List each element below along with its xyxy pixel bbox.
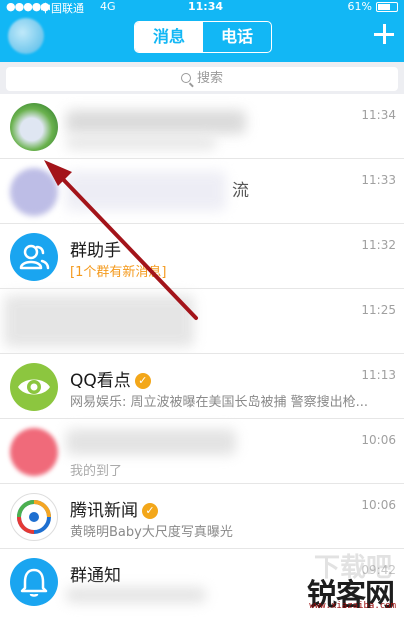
profile-avatar[interactable]	[8, 18, 44, 54]
conversation-list: 11:34 流 11:33 群助手 [1个群有新消息] 11:32 11:25	[0, 94, 404, 614]
battery-percent: 61%	[347, 0, 372, 13]
message-preview: [1个群有新消息]	[70, 265, 167, 280]
message-time: 11:33	[361, 173, 396, 187]
contact-name: 腾讯新闻 ✓	[70, 496, 158, 521]
carrier-label: 中国联通	[40, 2, 84, 15]
tencent-news-icon	[10, 493, 58, 541]
blurred-preview	[66, 136, 216, 150]
contact-name: 群通知	[70, 566, 121, 586]
network-label: 4G	[100, 0, 116, 13]
contact-name: 群助手	[70, 241, 121, 261]
qq-kandian-icon	[10, 363, 58, 411]
list-item[interactable]: QQ看点 ✓ 网易娱乐: 周立波被曝在美国长岛被捕 警察搜出枪... 11:13	[0, 354, 404, 419]
blurred-name	[66, 429, 236, 455]
contact-name: QQ看点 ✓	[70, 366, 151, 391]
blurred-name	[66, 110, 246, 134]
list-item[interactable]: 11:25	[0, 289, 404, 354]
tab-calls[interactable]: 电话	[203, 22, 271, 52]
message-preview: 网易娱乐: 周立波被曝在美国长岛被捕 警察搜出枪...	[70, 395, 369, 410]
blurred-preview	[66, 587, 206, 603]
status-right: 61%	[348, 0, 398, 13]
list-item[interactable]: 我的到了 10:06	[0, 419, 404, 484]
list-item[interactable]: 流 11:33	[0, 159, 404, 224]
message-time: 10:06	[361, 433, 396, 447]
contact-name: 流	[232, 181, 249, 201]
list-item[interactable]: 11:34	[0, 94, 404, 159]
search-placeholder: 搜索	[196, 71, 223, 86]
message-time: 11:25	[361, 303, 396, 317]
blurred-name	[66, 171, 226, 211]
bell-icon	[10, 558, 58, 606]
message-time: 11:13	[361, 368, 396, 382]
blurred-content	[4, 295, 194, 347]
watermark: 下载吧 锐客网 www.xiazaiba.com	[268, 553, 400, 614]
search-icon	[180, 73, 191, 83]
title-bar: ●●●●● 中国联通 4G 11:34 61% 消息 电话	[0, 0, 404, 62]
message-time: 11:34	[361, 108, 396, 122]
watermark-url: www.xiazaiba.com	[309, 601, 396, 611]
status-bar: ●●●●● 中国联通 4G 11:34 61%	[0, 0, 404, 15]
message-call-switch: 消息 电话	[134, 21, 272, 53]
list-item[interactable]: 腾讯新闻 ✓ 黄晓明Baby大尺度写真曝光 10:06	[0, 484, 404, 549]
message-time: 10:06	[361, 498, 396, 512]
battery-icon	[376, 1, 398, 12]
status-time: 11:34	[188, 0, 224, 13]
search-input[interactable]: 搜索	[6, 67, 398, 91]
avatar	[10, 428, 58, 476]
list-item[interactable]: 群助手 [1个群有新消息] 11:32	[0, 224, 404, 289]
search-area: 搜索	[0, 62, 404, 94]
message-preview: 我的到了	[70, 464, 123, 479]
group-assistant-icon	[10, 233, 58, 281]
avatar	[10, 168, 58, 216]
verified-icon: ✓	[142, 503, 158, 519]
plus-icon[interactable]	[372, 22, 396, 46]
message-preview: 黄晓明Baby大尺度写真曝光	[70, 525, 233, 540]
tab-messages[interactable]: 消息	[135, 22, 203, 52]
avatar	[10, 103, 58, 151]
verified-icon: ✓	[134, 373, 151, 389]
message-time: 11:32	[361, 238, 396, 252]
